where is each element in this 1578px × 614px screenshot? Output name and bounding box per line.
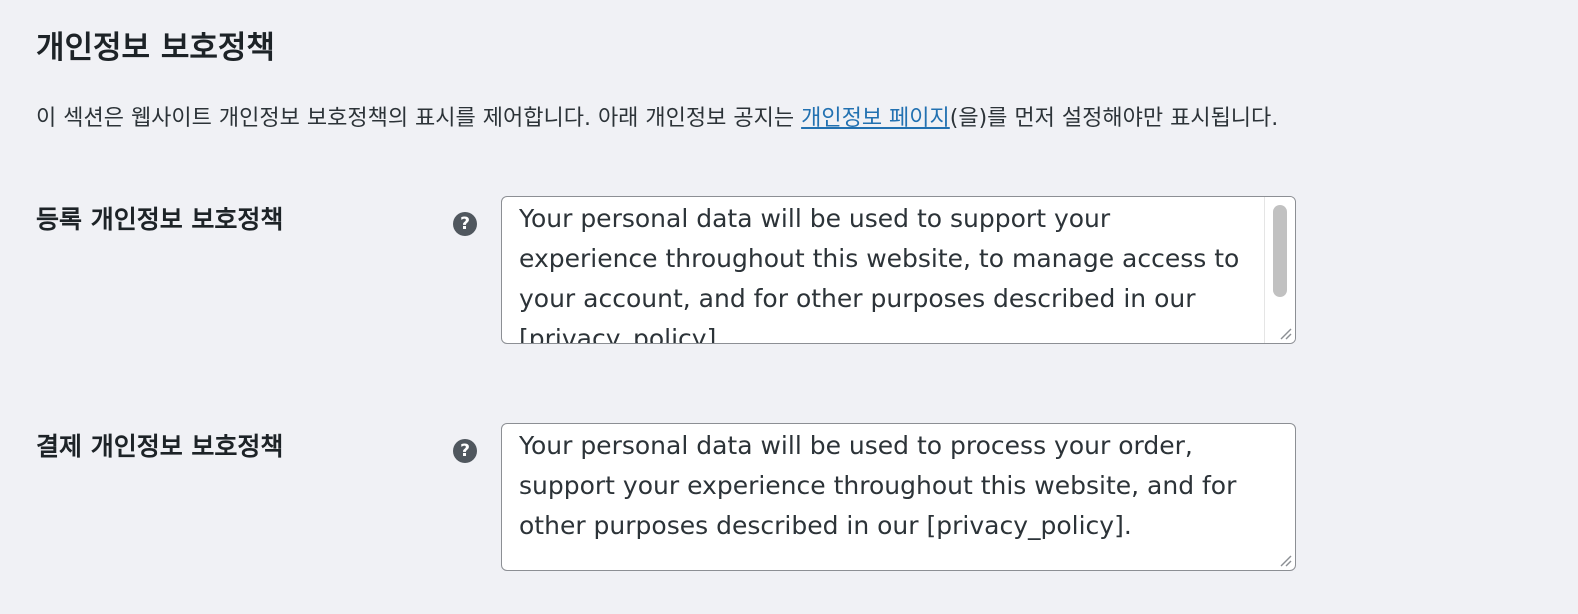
resize-handle-icon[interactable] (1278, 553, 1292, 567)
scrollbar[interactable] (1264, 197, 1295, 343)
resize-handle-icon[interactable] (1278, 326, 1292, 340)
description-text-before: 이 섹션은 웹사이트 개인정보 보호정책의 표시를 제어합니다. 아래 개인정보… (36, 106, 802, 131)
help-icon[interactable]: ? (453, 212, 477, 236)
checkout-privacy-textarea[interactable]: Your personal data will be used to proce… (501, 423, 1296, 571)
registration-privacy-text[interactable]: Your personal data will be used to suppo… (519, 199, 1254, 343)
privacy-page-link[interactable]: 개인정보 페이지 (801, 106, 950, 131)
registration-privacy-textarea[interactable]: Your personal data will be used to suppo… (501, 196, 1296, 344)
section-title: 개인정보 보호정책 (36, 30, 275, 66)
checkout-privacy-text[interactable]: Your personal data will be used to proce… (519, 426, 1254, 546)
section-description: 이 섹션은 웹사이트 개인정보 보호정책의 표시를 제어합니다. 아래 개인정보… (36, 103, 1278, 135)
help-icon[interactable]: ? (453, 439, 477, 463)
registration-privacy-label: 등록 개인정보 보호정책 (36, 205, 284, 234)
scroll-thumb[interactable] (1273, 205, 1287, 297)
description-text-after: (을)를 먼저 설정해야만 표시됩니다. (949, 106, 1279, 131)
checkout-privacy-label: 결제 개인정보 보호정책 (36, 432, 284, 461)
